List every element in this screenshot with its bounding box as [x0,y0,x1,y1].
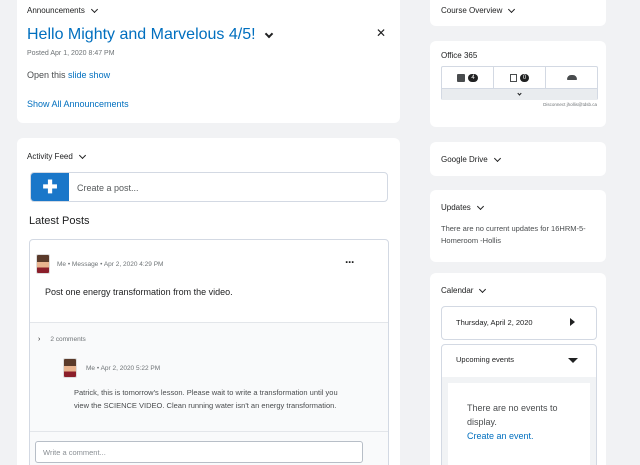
updates-widget: Updates There are no current updates for… [430,190,606,262]
calendar-widget: Calendar Thursday, April 2, 2020 Upcomin… [430,273,606,465]
expand-toolbar-button[interactable] [442,89,597,100]
upcoming-events-panel: Upcoming events There are no events to d… [441,344,597,465]
chevron-down-icon [508,5,516,13]
calendar-icon [509,73,517,82]
latest-posts-heading: Latest Posts [29,215,90,227]
announcement-posted-date: Posted Apr 1, 2020 8:47 PM [27,50,115,57]
onedrive-icon [566,75,577,80]
updates-message: There are no current updates for 16HRM-5… [441,224,586,245]
post-body: Post one energy transformation from the … [45,287,233,297]
calendar-count-badge: 0 [519,73,530,82]
create-post-input[interactable]: Create a post... [69,173,387,201]
slide-show-link[interactable]: slide show [68,70,110,80]
comment-meta: Me • Apr 2, 2020 5:22 PM [86,364,161,372]
avatar [63,358,77,378]
avatar [36,254,50,274]
post-card: Me • Message • Apr 2, 2020 4:29 PM ··· P… [29,239,389,465]
show-all-announcements-link[interactable]: Show All Announcements [27,99,129,109]
create-post-bar[interactable]: ✚ Create a post... [30,172,388,202]
office365-toolbar: 4 0 [441,66,598,100]
add-post-button[interactable]: ✚ [31,173,69,201]
outlook-icon [457,73,466,82]
chevron-down-icon [493,154,501,162]
no-events-text: There are no events to display. [467,403,558,427]
office-calendar-button[interactable]: 0 [494,67,546,88]
caret-right-icon: › [38,336,41,343]
course-overview-widget: Course Overview [430,0,606,26]
chevron-down-icon[interactable] [264,29,273,38]
updates-title[interactable]: Updates [441,202,484,212]
comment-body: Patrick, this is tomorrow's lesson. Plea… [74,388,338,410]
course-overview-title[interactable]: Course Overview [441,5,516,15]
outlook-mail-button[interactable]: 4 [442,67,494,88]
no-events-box: There are no events to display. Create a… [448,383,590,465]
post-options-icon[interactable]: ··· [345,255,355,269]
announcement-body: Open this slide show [27,70,111,80]
chevron-down-icon [90,5,98,13]
close-icon[interactable]: ✕ [376,26,386,40]
announcements-widget: Announcements Hello Mighty and Marvelous… [17,0,400,123]
office365-widget: Office 365 4 0 Disconnect jhollis@tdsb.c… [430,41,606,127]
announcements-title[interactable]: Announcements [27,5,98,15]
google-drive-title[interactable]: Google Drive [441,154,501,164]
upcoming-events-header[interactable]: Upcoming events [442,345,596,377]
announcement-headline[interactable]: Hello Mighty and Marvelous 4/5! [27,26,273,44]
calendar-date: Thursday, April 2, 2020 [456,318,533,327]
comments-section: › 2 comments Me • Apr 2, 2020 5:22 PM Pa… [30,322,388,465]
calendar-title[interactable]: Calendar [441,285,487,295]
calendar-date-selector[interactable]: Thursday, April 2, 2020 [441,306,597,340]
chevron-down-icon [78,151,86,159]
chevron-down-icon [517,91,522,96]
chevron-down-icon [479,285,487,293]
next-day-icon[interactable] [570,318,575,326]
onedrive-button[interactable] [546,67,597,88]
disconnect-link[interactable]: Disconnect jhollis@tdsb.ca [543,102,597,107]
mail-count-badge: 4 [468,73,478,82]
chevron-down-icon [476,202,484,210]
plus-icon: ✚ [42,177,58,197]
office365-title: Office 365 [441,51,478,60]
google-drive-widget: Google Drive [430,142,606,176]
comment-input[interactable]: Write a comment... [35,441,363,463]
activity-feed-title[interactable]: Activity Feed [27,151,86,161]
comments-toggle[interactable]: › 2 comments [38,336,86,343]
caret-down-icon [568,358,578,363]
post-meta: Me • Message • Apr 2, 2020 4:29 PM [57,260,164,268]
create-event-link[interactable]: Create an event. [467,431,534,441]
activity-feed-widget: Activity Feed ✚ Create a post... Latest … [17,138,400,465]
